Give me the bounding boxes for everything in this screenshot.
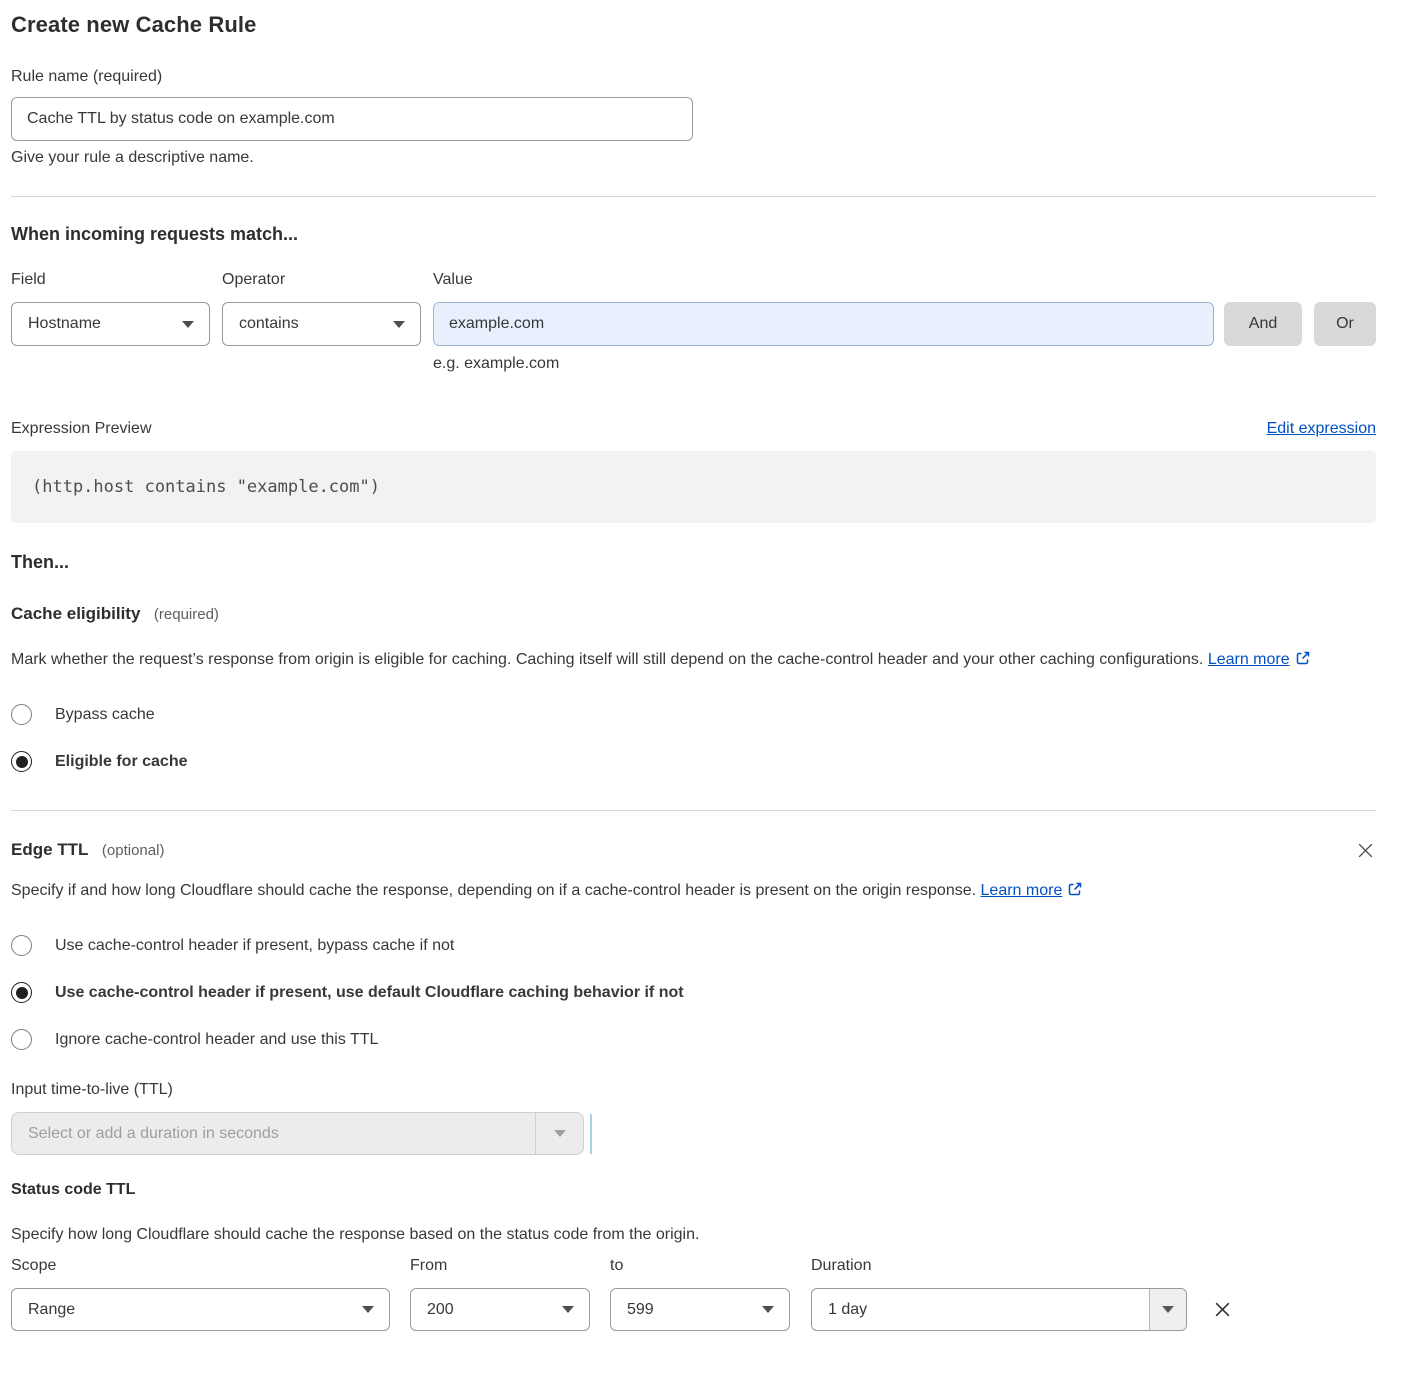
external-link-icon — [1067, 881, 1083, 897]
remove-status-ttl-row-button[interactable] — [1211, 1298, 1234, 1321]
bypass-cache-label[interactable]: Bypass cache — [55, 706, 155, 724]
remove-row-icon — [1211, 1298, 1234, 1321]
edge-ttl-header: Edge TTL (optional) — [11, 840, 1376, 861]
divider — [11, 196, 1376, 197]
ttl-select-placeholder: Select or add a duration in seconds — [12, 1113, 535, 1154]
status-code-ttl-heading: Status code TTL — [11, 1181, 1376, 1199]
required-tag: (required) — [154, 606, 219, 623]
scope-label: Scope — [11, 1257, 390, 1275]
cache-eligibility-learn-more-link[interactable]: Learn more — [1208, 651, 1290, 668]
edge-ttl-option-bypass[interactable]: Use cache-control header if present, byp… — [11, 935, 1376, 956]
cache-eligibility-heading-row: Cache eligibility (required) — [11, 604, 1376, 624]
to-select[interactable]: 599 — [610, 1288, 790, 1331]
bypass-cache-option[interactable]: Bypass cache — [11, 704, 1376, 725]
edge-ttl-radio-default[interactable] — [11, 982, 32, 1003]
chevron-down-icon — [182, 321, 194, 328]
create-cache-rule-form: Create new Cache Rule Rule name (require… — [0, 0, 1412, 1357]
expression-preview-box: (http.host contains "example.com") — [11, 451, 1376, 523]
duration-select-value: 1 day — [812, 1289, 1149, 1330]
to-label: to — [610, 1257, 790, 1275]
rule-name-label: Rule name (required) — [11, 68, 1376, 86]
duration-select[interactable]: 1 day — [811, 1288, 1187, 1331]
expression-header: Expression Preview Edit expression — [11, 420, 1376, 438]
field-select[interactable]: Hostname — [11, 302, 210, 346]
chevron-down-icon — [762, 1306, 774, 1313]
edge-ttl-description: Specify if and how long Cloudflare shoul… — [11, 877, 1131, 905]
from-label: From — [410, 1257, 590, 1275]
cache-eligibility-description-text: Mark whether the request’s response from… — [11, 651, 1203, 668]
scope-select[interactable]: Range — [11, 1288, 390, 1331]
chevron-down-icon — [554, 1130, 566, 1137]
cache-eligibility-description: Mark whether the request’s response from… — [11, 646, 1356, 674]
operator-label: Operator — [222, 271, 421, 289]
edge-ttl-description-text: Specify if and how long Cloudflare shoul… — [11, 882, 976, 899]
rule-name-input[interactable] — [11, 97, 693, 141]
duration-label: Duration — [811, 1257, 1187, 1275]
to-select-value: 599 — [627, 1301, 654, 1319]
edge-ttl-option-default[interactable]: Use cache-control header if present, use… — [11, 982, 1376, 1003]
operator-select[interactable]: contains — [222, 302, 421, 346]
edge-ttl-learn-more-link[interactable]: Learn more — [981, 882, 1063, 899]
scope-select-value: Range — [28, 1301, 75, 1319]
edge-ttl-radio-bypass[interactable] — [11, 935, 32, 956]
eligible-for-cache-label[interactable]: Eligible for cache — [55, 753, 187, 771]
ttl-input-label: Input time-to-live (TTL) — [11, 1081, 1376, 1099]
divider — [11, 810, 1376, 811]
value-input[interactable] — [433, 302, 1214, 346]
or-button[interactable]: Or — [1314, 302, 1376, 346]
edge-ttl-option-bypass-label[interactable]: Use cache-control header if present, byp… — [55, 937, 454, 955]
bypass-cache-radio[interactable] — [11, 704, 32, 725]
external-link-icon — [1295, 650, 1311, 666]
close-icon — [1355, 840, 1376, 861]
edge-ttl-option-ignore-label[interactable]: Ignore cache-control header and use this… — [55, 1031, 378, 1049]
chevron-down-icon — [1162, 1306, 1174, 1313]
edge-ttl-heading: Edge TTL — [11, 840, 88, 859]
value-help: e.g. example.com — [433, 355, 1376, 373]
operator-select-value: contains — [239, 315, 299, 333]
expression-preview-label: Expression Preview — [11, 420, 152, 438]
edge-ttl-option-ignore[interactable]: Ignore cache-control header and use this… — [11, 1029, 1376, 1050]
status-code-ttl-description: Specify how long Cloudflare should cache… — [11, 1221, 1356, 1249]
eligible-for-cache-radio[interactable] — [11, 751, 32, 772]
edit-expression-link[interactable]: Edit expression — [1267, 420, 1376, 438]
match-section-heading: When incoming requests match... — [11, 224, 1376, 245]
optional-tag: (optional) — [102, 842, 165, 859]
then-heading: Then... — [11, 552, 1376, 573]
status-code-ttl-row: Scope Range From 200 to 599 Duration 1 d… — [11, 1257, 1376, 1331]
ttl-input-wrap: Select or add a duration in seconds — [11, 1112, 1376, 1155]
rule-name-help: Give your rule a descriptive name. — [11, 149, 1376, 167]
edge-ttl-radio-ignore[interactable] — [11, 1029, 32, 1050]
text-cursor — [590, 1114, 592, 1154]
from-select[interactable]: 200 — [410, 1288, 590, 1331]
field-label: Field — [11, 271, 210, 289]
chevron-down-icon — [362, 1306, 374, 1313]
cache-eligibility-heading: Cache eligibility — [11, 604, 140, 623]
expression-code: (http.host contains "example.com") — [32, 477, 380, 497]
edge-ttl-close-button[interactable] — [1355, 840, 1376, 861]
from-select-value: 200 — [427, 1301, 454, 1319]
duration-caret-button[interactable] — [1149, 1289, 1186, 1330]
ttl-duration-select[interactable]: Select or add a duration in seconds — [11, 1112, 584, 1155]
edge-ttl-option-default-label[interactable]: Use cache-control header if present, use… — [55, 984, 684, 1002]
value-label: Value — [433, 271, 1214, 289]
ttl-select-caret-box[interactable] — [535, 1113, 583, 1154]
field-select-value: Hostname — [28, 315, 101, 333]
eligible-for-cache-option[interactable]: Eligible for cache — [11, 751, 1376, 772]
rule-name-group: Rule name (required) Give your rule a de… — [11, 68, 1376, 167]
and-button[interactable]: And — [1224, 302, 1302, 346]
chevron-down-icon — [393, 321, 405, 328]
page-title: Create new Cache Rule — [11, 12, 1376, 38]
match-condition-row: Field Hostname Operator contains Value A… — [11, 271, 1376, 346]
chevron-down-icon — [562, 1306, 574, 1313]
